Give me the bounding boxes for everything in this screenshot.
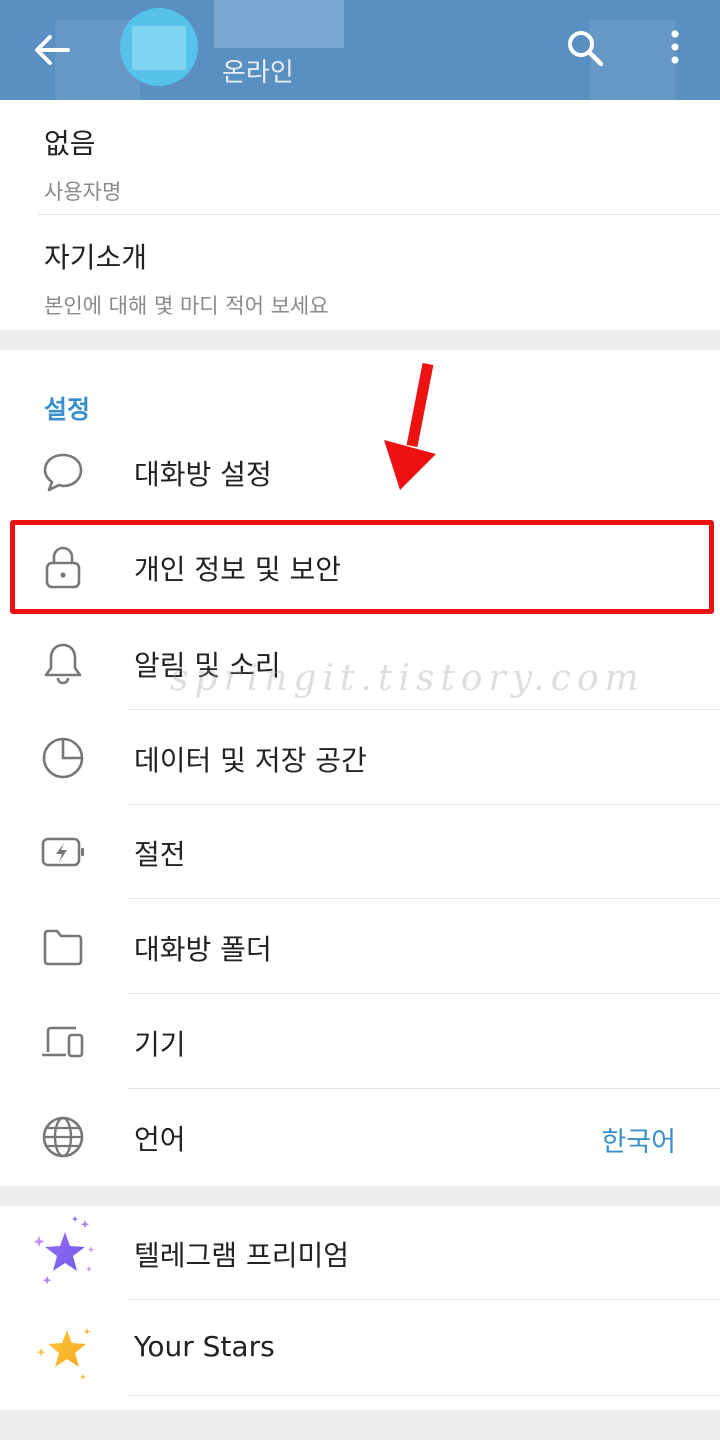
settings-item-power-saving[interactable]: 절전 xyxy=(0,805,720,899)
settings-item-devices[interactable]: 기기 xyxy=(0,995,720,1089)
settings-section-title: 설정 xyxy=(44,395,91,424)
bio-row[interactable]: 자기소개 본인에 대해 몇 마디 적어 보세요 xyxy=(44,236,329,320)
premium-card: 텔레그램 프리미엄 Your Stars xyxy=(0,1206,720,1440)
settings-item-label: 대화방 폴더 xyxy=(134,933,272,966)
more-vertical-icon[interactable] xyxy=(660,26,690,70)
settings-item-label: 대화방 설정 xyxy=(134,458,272,491)
globe-icon xyxy=(42,1116,84,1158)
search-icon[interactable] xyxy=(565,28,605,68)
chat-bubble-icon xyxy=(43,453,83,492)
watermark-text: springit.tistory.com xyxy=(170,658,645,699)
divider xyxy=(128,898,720,899)
settings-item-data[interactable]: 데이터 및 저장 공간 xyxy=(0,711,720,805)
settings-item-label: 데이터 및 저장 공간 xyxy=(134,744,367,777)
gold-star-icon xyxy=(36,1328,91,1380)
settings-item-label: 언어 xyxy=(134,1123,186,1156)
devices-icon xyxy=(42,1026,84,1058)
divider xyxy=(128,1088,720,1089)
arrow-left-icon[interactable] xyxy=(30,28,74,72)
red-arrow-down-icon xyxy=(384,362,436,490)
battery-icon xyxy=(41,837,84,867)
folder-icon xyxy=(43,929,83,966)
settings-item-language[interactable]: 언어 한국어 xyxy=(0,1090,720,1184)
bio-title: 자기소개 xyxy=(44,241,148,274)
premium-item-your-stars[interactable]: Your Stars xyxy=(0,1302,720,1396)
settings-item-label: 기기 xyxy=(134,1028,186,1061)
divider xyxy=(128,993,720,994)
top-app-bar: 온라인 xyxy=(0,0,720,115)
avatar-blur xyxy=(132,26,186,70)
profile-info-card: 없음 사용자명 자기소개 본인에 대해 몇 마디 적어 보세요 xyxy=(0,100,720,330)
bio-placeholder: 본인에 대해 몇 마디 적어 보세요 xyxy=(44,294,329,318)
bell-icon xyxy=(44,643,82,685)
premium-star-icon xyxy=(33,1216,95,1285)
divider xyxy=(128,1299,720,1300)
premium-item-label: Your Stars xyxy=(134,1330,275,1363)
username-row[interactable]: 없음 사용자명 xyxy=(44,122,121,206)
online-status: 온라인 xyxy=(222,58,294,88)
divider xyxy=(128,1395,720,1396)
settings-item-label: 절전 xyxy=(134,838,186,871)
pie-chart-icon xyxy=(42,737,84,779)
divider xyxy=(128,709,720,710)
settings-card: 설정 대화방 설정 개인 정보 및 보안 알림 및 소리 데이터 및 저장 공간 xyxy=(0,350,720,1186)
settings-item-folders[interactable]: 대화방 폴더 xyxy=(0,900,720,994)
bottom-spacer xyxy=(0,1410,720,1440)
highlight-box xyxy=(10,520,714,614)
profile-name-blurred xyxy=(214,0,344,48)
language-value: 한국어 xyxy=(601,1127,676,1158)
divider xyxy=(38,214,720,215)
premium-item-telegram-premium[interactable]: 텔레그램 프리미엄 xyxy=(0,1206,720,1300)
avatar[interactable] xyxy=(120,8,198,86)
premium-item-label: 텔레그램 프리미엄 xyxy=(134,1239,349,1272)
username-label: 사용자명 xyxy=(44,180,122,204)
username-value: 없음 xyxy=(44,127,96,160)
settings-item-chat[interactable]: 대화방 설정 xyxy=(0,425,720,519)
